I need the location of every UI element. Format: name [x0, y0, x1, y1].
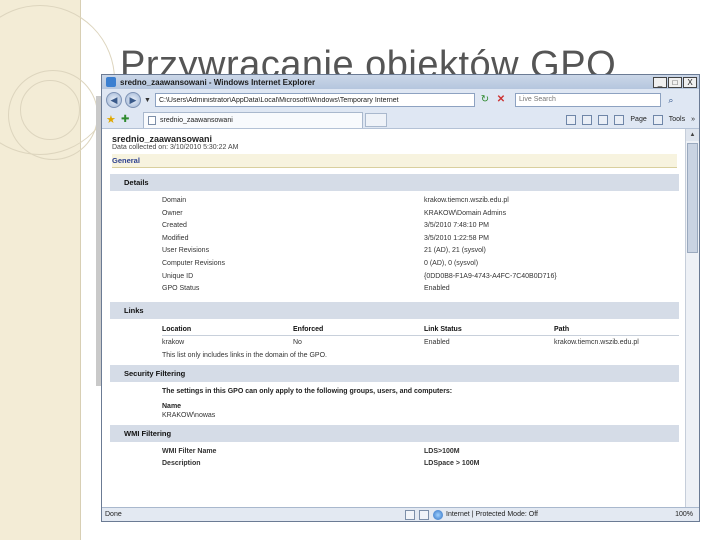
details-row: Computer Revisions 0 (AD), 0 (sysvol) — [162, 259, 479, 267]
globe-icon — [433, 509, 443, 520]
history-dropdown-icon[interactable]: ▼ — [144, 97, 151, 104]
links-table-header: Location Enforced Link Status Path — [162, 323, 679, 336]
titlebar: sredno_zaawansowani - Windows Internet E… — [102, 75, 699, 89]
search-input[interactable]: Live Search — [514, 93, 661, 107]
address-input[interactable]: C:\Users\Administrator\AppData\Local\Mic… — [154, 93, 475, 107]
zoom-level[interactable]: 100% — [675, 511, 693, 518]
slide-decor-circle — [20, 80, 80, 140]
tab-active[interactable]: srednio_zaawansowani — [143, 111, 363, 128]
refresh-icon[interactable]: ↻ — [479, 94, 491, 106]
details-row: Unique ID {0DD0B8-F1A9-4743-A4FC-7C40B0D7… — [162, 272, 557, 280]
col-link-status: Link Status — [424, 325, 462, 333]
security-description: The settings in this GPO can only apply … — [162, 387, 453, 395]
home-icon[interactable] — [566, 114, 577, 125]
print-icon[interactable] — [598, 114, 609, 125]
details-row: Created 3/5/2010 7:48:10 PM — [162, 222, 489, 230]
stop-icon[interactable]: ✕ — [495, 94, 507, 106]
col-path: Path — [554, 325, 570, 333]
minimize-button[interactable]: _ — [653, 76, 667, 88]
command-bar: Page Tools » — [566, 114, 695, 125]
tools-menu-icon[interactable] — [652, 114, 663, 125]
favorites-star-icon[interactable]: ★ — [106, 113, 118, 126]
status-text: Done — [105, 511, 122, 518]
page-icon — [148, 115, 156, 125]
maximize-button[interactable]: □ — [668, 76, 682, 88]
details-row: Domain krakow.tiemcn.wszib.edu.pl — [162, 197, 509, 204]
tab-toolbar: ★ ✚ srednio_zaawansowani Page Tools » — [102, 111, 699, 129]
details-list: Domain krakow.tiemcn.wszib.edu.pl Owner KR… — [162, 195, 677, 296]
report-content: srednio_zaawansowani Data collected on: … — [102, 129, 687, 508]
scroll-thumb[interactable] — [687, 143, 698, 253]
links-table: Location Enforced Link Status Path krako… — [162, 323, 679, 349]
table-row: krakow No Enabled krakow.tiemcn.wszib.ed… — [162, 338, 639, 346]
tab-title: srednio_zaawansowani — [160, 116, 233, 124]
details-row: Owner KRAKOW\Domain Admins — [162, 209, 507, 217]
status-bar: Done Internet | Protected Mode: Off 100% — [102, 507, 699, 521]
back-button[interactable]: ◀ — [106, 92, 122, 108]
wmi-heading[interactable]: WMI Filtering — [110, 424, 679, 442]
ie-window: sredno_zaawansowani - Windows Internet E… — [101, 74, 700, 522]
details-heading[interactable]: Details — [110, 174, 679, 191]
links-note: This list only includes links in the dom… — [162, 351, 327, 359]
close-button[interactable]: X — [683, 76, 697, 88]
details-row: User Revisions 21 (AD), 21 (sysvol) — [162, 247, 486, 255]
page-menu-icon[interactable] — [614, 114, 625, 125]
new-tab-button[interactable] — [365, 112, 387, 127]
security-name-value: KRAKOW\nowas — [162, 411, 216, 419]
col-location: Location — [162, 325, 192, 333]
wmi-row: WMI Filter Name LDS>100M — [162, 447, 460, 455]
scroll-up-icon[interactable]: ▲ — [686, 129, 699, 141]
general-heading[interactable]: General — [112, 154, 677, 168]
status-zone-icon — [405, 509, 415, 520]
ie-app-icon — [106, 77, 116, 87]
window-title: sredno_zaawansowani - Windows Internet E… — [120, 77, 316, 87]
details-row: Modified 3/5/2010 1:22:58 PM — [162, 234, 489, 242]
tools-menu[interactable]: Tools — [669, 116, 685, 123]
links-heading[interactable]: Links — [110, 301, 679, 319]
chevron-more-icon[interactable]: » — [691, 116, 695, 123]
address-toolbar: ◀ ▶ ▼ C:\Users\Administrator\AppData\Loc… — [102, 89, 699, 111]
search-icon[interactable]: ⌕ — [665, 94, 677, 106]
window-controls: _ □ X — [653, 76, 697, 88]
col-enforced: Enforced — [293, 325, 324, 333]
page-menu[interactable]: Page — [630, 116, 646, 123]
vertical-scrollbar[interactable]: ▲ — [685, 129, 699, 508]
collected-date: Data collected on: 3/10/2010 5:30:22 AM — [112, 144, 239, 151]
details-row: GPO Status Enabled — [162, 285, 450, 293]
wmi-row: Description LDSpace > 100M — [162, 460, 480, 468]
status-security-icon — [419, 509, 429, 520]
security-zone[interactable]: Internet | Protected Mode: Off — [446, 511, 616, 518]
forward-button[interactable]: ▶ — [125, 92, 141, 108]
security-name-header: Name — [162, 402, 182, 410]
address-url: C:\Users\Administrator\AppData\Local\Mic… — [158, 96, 399, 104]
feeds-icon[interactable] — [582, 114, 593, 125]
add-favorites-icon[interactable]: ✚ — [121, 114, 133, 125]
security-heading[interactable]: Security Filtering — [110, 364, 679, 382]
gpo-name: srednio_zaawansowani — [112, 134, 213, 144]
wmi-list: WMI Filter Name LDS>100M Description LDSpa… — [162, 446, 677, 471]
